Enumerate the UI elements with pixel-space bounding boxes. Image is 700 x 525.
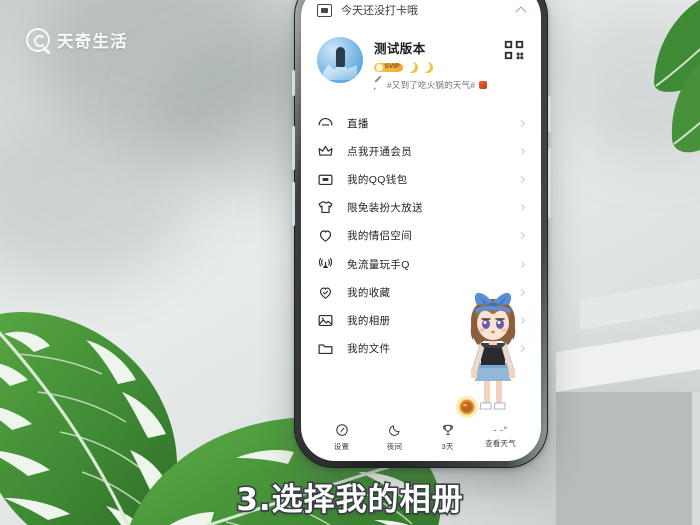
- signal-free-icon: [317, 256, 334, 273]
- heart-icon: [317, 227, 334, 244]
- moon-icon: [419, 61, 434, 73]
- photo-album-icon: [317, 312, 334, 329]
- menu-item-wallet[interactable]: 我的QQ钱包: [301, 165, 541, 193]
- crown-icon: [317, 143, 334, 160]
- phone-screen: 今天还没打卡哦 测试版本 SVIP #又到了吃火锅的天气# 直播 点我开通会员 …: [301, 0, 541, 461]
- phone-power-button[interactable]: [547, 148, 551, 218]
- menu-item-free-data[interactable]: 免流量玩手Q: [301, 250, 541, 278]
- moon-icon: [388, 423, 402, 438]
- brand-watermark: 天奇生活: [26, 28, 128, 52]
- profile-info: 测试版本 SVIP #又到了吃火锅的天气#: [374, 37, 492, 91]
- moon-icon: [404, 61, 419, 73]
- qr-code-icon[interactable]: [503, 39, 525, 61]
- hotpot-emoji-icon: [479, 81, 488, 89]
- step-caption: 3.选择我的相册: [235, 480, 465, 519]
- tab-label: 3天: [441, 441, 454, 451]
- chevron-right-icon: [517, 345, 526, 353]
- wall-shadow: [0, 120, 190, 280]
- tab-label: 夜间: [386, 441, 403, 451]
- chevron-right-icon: [517, 260, 526, 268]
- menu-item-label: 我的收藏: [347, 286, 391, 299]
- phone-mute-switch[interactable]: [291, 70, 295, 96]
- search-circle-icon: [26, 28, 50, 52]
- menu-item-vip[interactable]: 点我开通会员: [301, 137, 541, 165]
- chevron-right-icon: [517, 204, 526, 212]
- vip-dot-icon: [376, 64, 383, 71]
- phone-side-button[interactable]: [547, 96, 551, 132]
- signature-text: #又到了吃火锅的天气#: [387, 80, 476, 90]
- vip-badge-label: SVIP: [384, 63, 400, 71]
- brand-name: 天奇生活: [57, 33, 128, 51]
- profile-badges: SVIP: [374, 61, 492, 73]
- chevron-up-icon[interactable]: [515, 5, 527, 18]
- tab-label: 查看天气: [485, 439, 516, 448]
- phone-volume-down-button[interactable]: [291, 182, 295, 226]
- checkin-label: 今天还没打卡哦: [341, 5, 418, 17]
- menu-item-live[interactable]: 直播: [301, 109, 541, 137]
- wallet-icon: [317, 171, 334, 188]
- tab-signin-streak[interactable]: 3天: [421, 423, 474, 452]
- chevron-right-icon: [517, 316, 526, 324]
- menu-item-label: 我的情侣空间: [347, 230, 413, 243]
- menu-item-label: 免流量玩手Q: [347, 258, 410, 271]
- menu-item-label: 直播: [347, 117, 369, 130]
- tab-settings[interactable]: 设置: [315, 423, 368, 452]
- chevron-right-icon: [517, 119, 526, 127]
- tab-night-mode[interactable]: 夜间: [368, 423, 421, 452]
- background-pedestal-upper: [580, 273, 700, 330]
- menu-item-favorites[interactable]: 我的收藏: [301, 278, 541, 306]
- profile-nickname[interactable]: 测试版本: [374, 38, 492, 57]
- folder-icon: [317, 340, 334, 357]
- status-badge[interactable]: SVIP: [374, 63, 404, 72]
- profile-menu-list: 直播 点我开通会员 我的QQ钱包 限免装扮大放送 我的情侣空间 免流量玩手Q 我…: [301, 107, 541, 417]
- menu-item-label: 我的QQ钱包: [347, 173, 408, 186]
- heart-check-icon: [317, 284, 334, 301]
- chevron-right-icon: [517, 232, 526, 240]
- chevron-right-icon: [517, 175, 526, 184]
- wall-shadow: [40, 0, 300, 150]
- chevron-right-icon: [517, 288, 526, 296]
- chevron-right-icon: [517, 147, 526, 155]
- leaf-icon: [654, 0, 700, 92]
- menu-item-couple-space[interactable]: 我的情侣空间: [301, 222, 541, 250]
- tshirt-icon: [317, 199, 334, 216]
- phone-volume-up-button[interactable]: [291, 126, 295, 170]
- checkin-row[interactable]: 今天还没打卡哦: [301, 0, 541, 27]
- menu-item-dressup[interactable]: 限免装扮大放送: [301, 194, 541, 222]
- background-pedestal-top: [556, 321, 700, 392]
- calendar-checkin-icon: [317, 3, 332, 17]
- pencil-icon: [374, 81, 383, 90]
- weather-temperature: - -°: [493, 425, 508, 435]
- bottom-tab-bar: 设置 夜间 3天 - -° 查看天气: [301, 417, 541, 461]
- menu-item-label: 点我开通会员: [347, 145, 413, 158]
- tab-label: 设置: [333, 441, 350, 451]
- live-stream-icon: [317, 115, 334, 132]
- phone-device: 今天还没打卡哦 测试版本 SVIP #又到了吃火锅的天气# 直播 点我开通会员 …: [291, 0, 551, 468]
- scene-root: 天奇生活 今天还没打卡哦 测试版本 SVIP #又到了吃火锅的天气# 直播 点我…: [0, 0, 700, 525]
- avatar-figure: [336, 47, 345, 67]
- tab-weather[interactable]: - -° 查看天气: [474, 425, 527, 449]
- menu-item-files[interactable]: 我的文件: [301, 335, 541, 363]
- menu-item-label: 限免装扮大放送: [347, 202, 423, 215]
- menu-item-album[interactable]: 我的相册: [301, 306, 541, 334]
- leaf-icon: [671, 62, 700, 153]
- profile-signature[interactable]: #又到了吃火锅的天气#: [374, 79, 492, 91]
- profile-header[interactable]: 测试版本 SVIP #又到了吃火锅的天气#: [301, 27, 541, 107]
- trophy-icon: [441, 423, 455, 438]
- settings-icon: [335, 423, 349, 438]
- wall-shadow: [560, 10, 700, 160]
- menu-item-label: 我的文件: [347, 343, 391, 356]
- avatar[interactable]: [317, 37, 363, 83]
- menu-item-label: 我的相册: [347, 314, 391, 327]
